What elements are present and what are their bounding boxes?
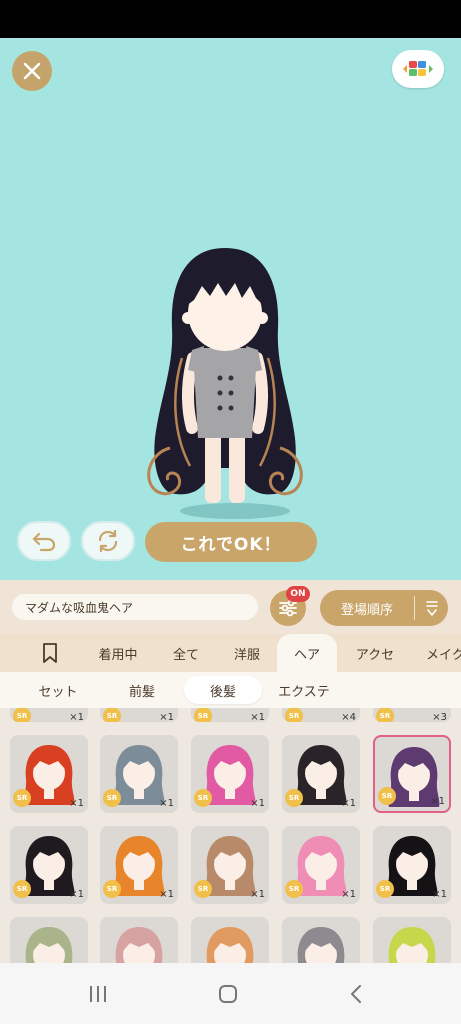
reset-button[interactable] (81, 521, 135, 561)
hair-item-card[interactable]: SR ×1 (282, 826, 360, 904)
hair-sub-tabs: セット 前髪 後髪 エクステ (0, 672, 461, 708)
item-count: ×1 (69, 798, 84, 809)
avatar-stage: これでOK！ (0, 38, 461, 580)
item-count: ×1 (341, 889, 356, 900)
subtab-extensions[interactable]: エクステ (264, 676, 344, 704)
hair-item-card[interactable]: SR ×1 (191, 826, 269, 904)
hair-item-card[interactable]: SR ×1 (10, 826, 88, 904)
close-button[interactable] (12, 51, 52, 91)
system-nav-bar (0, 963, 461, 1024)
rarity-badge: SR (13, 880, 31, 898)
item-count: ×1 (341, 798, 356, 809)
hair-item-card[interactable]: SR ×1 (191, 735, 269, 813)
tab-makeup[interactable]: メイク (418, 634, 461, 672)
tab-clothes[interactable]: 洋服 (222, 634, 272, 672)
confirm-ok-button[interactable]: これでOK！ (145, 522, 317, 562)
sort-order-icon (425, 601, 438, 616)
hair-item-card[interactable]: SR ×1 (100, 735, 178, 813)
background-color-icon (403, 61, 433, 76)
rarity-badge: SR (194, 708, 212, 722)
item-count: ×4 (341, 712, 356, 722)
background-button[interactable] (392, 50, 444, 88)
hair-item-card[interactable]: SR (373, 917, 451, 963)
item-count: ×1 (430, 796, 445, 807)
hair-item-card[interactable]: SR ×1 (10, 708, 88, 722)
rarity-badge: SR (103, 708, 121, 722)
hair-item-card[interactable]: SR (191, 917, 269, 963)
sort-order-toggle[interactable] (415, 599, 448, 617)
item-count: ×1 (69, 712, 84, 722)
home-button[interactable] (208, 981, 248, 1007)
hair-item-card[interactable]: SR (10, 917, 88, 963)
tab-hair[interactable]: ヘア (277, 634, 337, 672)
bookmark-icon (43, 643, 57, 663)
hair-item-card[interactable]: SR ×3 (373, 708, 451, 722)
item-count: ×1 (159, 889, 174, 900)
subtab-back-hair[interactable]: 後髪 (184, 676, 262, 704)
rarity-badge: SR (194, 880, 212, 898)
item-grid: SR ×1 SR ×1 SR ×1 SR ×4 SR ×3 SR ×1 SR ×1 SR ×1 SR ×1 SR ×1… (0, 708, 461, 963)
refresh-icon (98, 529, 118, 553)
hair-item-card[interactable]: SR (100, 917, 178, 963)
rarity-badge: SR (103, 880, 121, 898)
hair-item-card[interactable]: SR ×1 (100, 708, 178, 722)
sort-button[interactable]: 登場順序 (320, 590, 448, 626)
back-icon (351, 985, 361, 1003)
hair-item-card[interactable]: SR ×1 (282, 735, 360, 813)
hair-item-card[interactable]: SR ×1 (10, 735, 88, 813)
item-info-bar: マダムな吸血鬼ヘア ON 登場順序 (0, 580, 461, 634)
subtab-front-hair[interactable]: 前髪 (102, 676, 182, 704)
rarity-badge: SR (13, 789, 31, 807)
sort-label: 登場順序 (340, 602, 393, 618)
close-icon (23, 62, 41, 80)
pink-bob-hair-icon (115, 927, 163, 963)
rarity-badge: SR (376, 708, 394, 722)
avatar-character (147, 248, 303, 503)
tab-wearing[interactable]: 着用中 (88, 634, 148, 672)
item-count: ×1 (69, 889, 84, 900)
filter-on-badge: ON (286, 586, 310, 602)
rarity-badge: SR (194, 789, 212, 807)
category-tabs: 着用中 全て 洋服 ヘア アクセ メイク (0, 634, 461, 672)
tab-accessories[interactable]: アクセ (345, 634, 405, 672)
item-count: ×1 (250, 798, 265, 809)
rarity-badge: SR (103, 789, 121, 807)
rarity-badge: SR (13, 708, 31, 722)
recent-apps-icon (90, 986, 106, 1002)
item-count: ×1 (432, 889, 447, 900)
orange-curl-hair-icon (206, 927, 254, 963)
rarity-badge: SR (285, 789, 303, 807)
lime-long-hair-icon (388, 927, 436, 963)
back-button[interactable] (337, 981, 377, 1007)
hair-item-card[interactable]: SR ×1 (191, 708, 269, 722)
hair-item-card[interactable]: SR (282, 917, 360, 963)
tab-bookmark[interactable] (28, 634, 72, 672)
tab-all[interactable]: 全て (162, 634, 210, 672)
hair-item-card[interactable]: SR ×4 (282, 708, 360, 722)
hair-item-card[interactable]: SR ×1 (100, 826, 178, 904)
item-count: ×3 (432, 712, 447, 722)
status-bar (0, 0, 461, 38)
item-count: ×1 (159, 712, 174, 722)
rarity-badge: SR (376, 880, 394, 898)
item-name-display: マダムな吸血鬼ヘア (12, 594, 258, 620)
recent-apps-button[interactable] (78, 981, 118, 1007)
subtab-set[interactable]: セット (18, 676, 98, 704)
rarity-badge: SR (285, 708, 303, 722)
home-icon (219, 985, 237, 1003)
item-count: ×1 (250, 889, 265, 900)
rarity-badge: SR (285, 880, 303, 898)
hair-item-card[interactable]: SR ×1 (373, 826, 451, 904)
gray-short-hair-icon (297, 927, 345, 963)
item-count: ×1 (159, 798, 174, 809)
green-fairy-hair-icon (25, 927, 73, 963)
rarity-badge: SR (378, 787, 396, 805)
hair-item-card[interactable]: SR ×1 (373, 735, 451, 813)
undo-button[interactable] (17, 521, 71, 561)
item-count: ×1 (250, 712, 265, 722)
undo-icon (32, 532, 56, 552)
